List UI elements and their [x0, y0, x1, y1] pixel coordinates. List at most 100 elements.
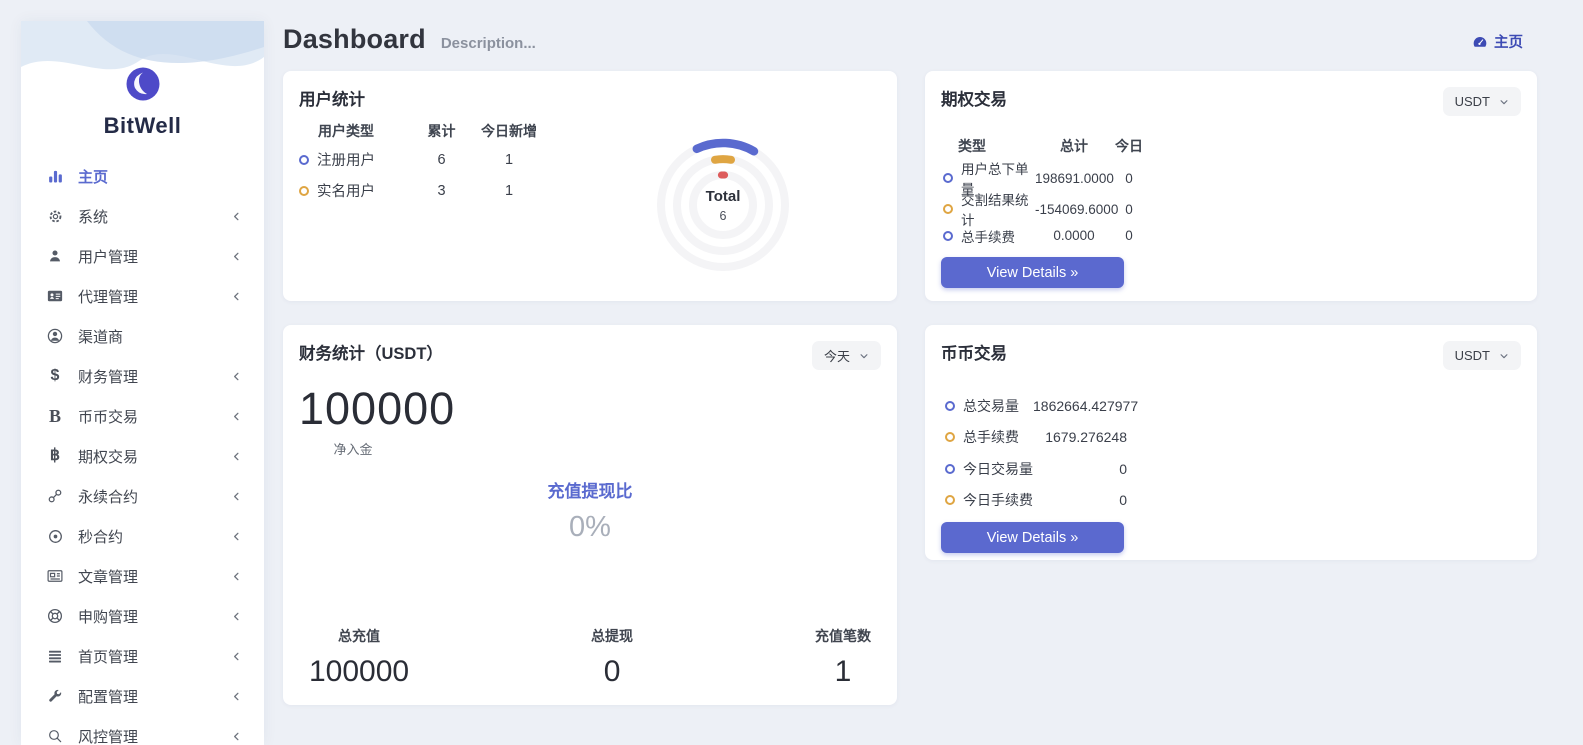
- orange-ring-marker: [943, 204, 953, 214]
- sidebar-item-options-trading[interactable]: ฿期权交易: [21, 436, 264, 476]
- list-icon: [45, 648, 65, 664]
- row-total: 3: [409, 183, 474, 199]
- options-table: 类型 总计 今日 用户总下单量 198691.0000 0 交割结果统计 -15…: [941, 134, 1521, 251]
- sidebar-item-user-management[interactable]: 用户管理: [21, 236, 264, 276]
- row-today: 1: [474, 183, 544, 199]
- row-total: 198691.0000: [1035, 171, 1113, 186]
- page-header: Dashboard Description...: [283, 24, 536, 55]
- indigo-ring-marker: [945, 401, 955, 411]
- row-today: 0: [1113, 171, 1145, 186]
- sidebar: BitWell 主页系统用户管理代理管理渠道商$财务管理B币币交易฿期权交易永续…: [21, 21, 264, 745]
- chevron-left-icon: [231, 731, 242, 742]
- period-value: 今天: [824, 346, 850, 365]
- gauge-icon: [1472, 34, 1488, 50]
- currency-value: USDT: [1455, 94, 1490, 109]
- row-today: 1: [474, 152, 544, 168]
- stat-total-deposit: 总充值 100000: [309, 626, 409, 689]
- view-details-button[interactable]: View Details »: [941, 522, 1124, 553]
- sidebar-menu: 主页系统用户管理代理管理渠道商$财务管理 B 币币交易 ฿期权交易永续合约秒合约文章管…: [21, 156, 264, 745]
- row-total: 0.0000: [1035, 228, 1113, 243]
- user-stats-donut-chart: Total 6: [648, 130, 798, 280]
- home-link-label: 主页: [1494, 31, 1523, 52]
- sidebar-item-agent-management[interactable]: 代理管理: [21, 276, 264, 316]
- deposit-withdraw-ratio-value: 0%: [283, 511, 897, 544]
- bar-chart-icon: [45, 168, 65, 185]
- net-deposit-value: 100000: [299, 383, 455, 435]
- sidebar-item-label: 系统: [78, 206, 231, 227]
- stat-label: 总提现: [591, 626, 633, 646]
- home-breadcrumb-link[interactable]: 主页: [1472, 31, 1523, 52]
- sidebar-item-label: 用户管理: [78, 246, 231, 267]
- row-label: 今日交易量: [963, 459, 1033, 479]
- row-value: 0: [1033, 461, 1127, 477]
- spot-table: 总交易量 1862664.427977 总手续费 1679.276248 今日交…: [941, 390, 1521, 516]
- col-type: 类型: [943, 136, 1035, 156]
- row-today: 0: [1113, 228, 1145, 243]
- sidebar-item-home[interactable]: 主页: [21, 156, 264, 196]
- row-label: 总手续费: [961, 226, 1015, 246]
- sidebar-item-config-management[interactable]: 配置管理: [21, 676, 264, 716]
- orange-ring-marker: [945, 432, 955, 442]
- sidebar-item-subscription-management[interactable]: 申购管理: [21, 596, 264, 636]
- newspaper-icon: [45, 567, 65, 585]
- sidebar-item-label: 币币交易: [78, 406, 231, 427]
- table-row: 总交易量 1862664.427977: [941, 390, 1521, 422]
- stat-label: 充值笔数: [815, 626, 871, 646]
- row-value: 1679.276248: [1033, 429, 1127, 445]
- stat-value: 0: [591, 655, 633, 689]
- stat-deposit-count: 充值笔数 1: [815, 626, 871, 689]
- indigo-ring-marker: [943, 231, 953, 241]
- wrench-icon: [45, 688, 65, 704]
- table-row: 今日手续费 0: [941, 485, 1521, 517]
- indigo-ring-marker: [945, 464, 955, 474]
- sidebar-item-channel-provider[interactable]: 渠道商: [21, 316, 264, 356]
- sidebar-item-finance-management[interactable]: $财务管理: [21, 356, 264, 396]
- sidebar-item-label: 主页: [78, 166, 242, 187]
- col-today: 今日: [1113, 136, 1145, 156]
- sidebar-item-homepage-management[interactable]: 首页管理: [21, 636, 264, 676]
- row-total: 6: [409, 152, 474, 168]
- spot-trading-card: 币币交易 USDT 总交易量 1862664.427977 总手续费 1679.…: [925, 325, 1537, 560]
- lifebuoy-icon: [45, 607, 65, 625]
- chevron-left-icon: [231, 611, 242, 622]
- currency-value: USDT: [1455, 348, 1490, 363]
- dollar-icon: $: [45, 368, 65, 384]
- col-new-today: 今日新增: [474, 121, 544, 141]
- bitwell-logo: [126, 67, 160, 101]
- view-details-button[interactable]: View Details »: [941, 257, 1124, 288]
- chevron-left-icon: [231, 371, 242, 382]
- sidebar-item-label: 申购管理: [78, 606, 231, 627]
- chevron-left-icon: [231, 291, 242, 302]
- orange-ring-marker: [299, 186, 309, 196]
- sidebar-item-label: 永续合约: [78, 486, 231, 507]
- sidebar-item-system[interactable]: 系统: [21, 196, 264, 236]
- sidebar-item-label: 文章管理: [78, 566, 231, 587]
- chevron-down-icon: [1499, 97, 1509, 107]
- row-label: 注册用户: [317, 149, 375, 170]
- user-stats-title: 用户统计: [299, 86, 881, 110]
- chevron-left-icon: [231, 691, 242, 702]
- page-title: Dashboard: [283, 24, 426, 55]
- net-deposit-label: 净入金: [291, 439, 415, 458]
- chevron-left-icon: [231, 411, 242, 422]
- donut-center-value: 6: [720, 209, 727, 223]
- sidebar-item-risk-management[interactable]: 风控管理: [21, 716, 264, 745]
- table-row: 总手续费 0.0000 0: [941, 220, 1521, 251]
- sidebar-item-second-contract[interactable]: 秒合约: [21, 516, 264, 556]
- sidebar-item-spot-trading[interactable]: B 币币交易: [21, 396, 264, 436]
- row-label: 今日手续费: [963, 490, 1033, 510]
- currency-select[interactable]: USDT: [1443, 341, 1521, 370]
- currency-select[interactable]: USDT: [1443, 87, 1521, 116]
- sidebar-item-perpetual-contract[interactable]: 永续合约: [21, 476, 264, 516]
- bitcoin-icon: ฿: [45, 448, 65, 464]
- row-today: 0: [1113, 202, 1145, 217]
- sidebar-item-article-management[interactable]: 文章管理: [21, 556, 264, 596]
- row-value: 1862664.427977: [1033, 398, 1127, 414]
- sidebar-item-label: 代理管理: [78, 286, 231, 307]
- period-select[interactable]: 今天: [812, 341, 881, 370]
- chevron-left-icon: [231, 571, 242, 582]
- finance-stats-title: 财务统计（USDT）: [299, 340, 881, 364]
- row-total: -154069.6000: [1035, 202, 1113, 217]
- row-value: 0: [1033, 492, 1127, 508]
- letter-b-icon: B: [45, 407, 65, 425]
